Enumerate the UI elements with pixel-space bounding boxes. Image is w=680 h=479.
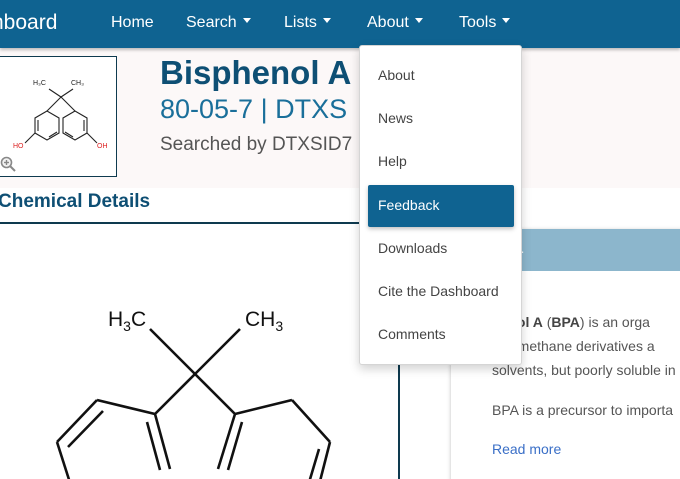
thumb-left-oh: HO <box>13 143 24 150</box>
chemical-identifiers: 80-05-7 | DTXS <box>160 94 348 124</box>
menu-item-news[interactable]: News <box>378 110 413 126</box>
thumbnail-structure-image <box>24 88 98 144</box>
nav-tools[interactable]: Tools <box>459 14 511 32</box>
methyl-right-label: CH3 <box>245 308 284 335</box>
menu-item-about[interactable]: About <box>378 67 415 83</box>
chemical-details-heading: Chemical Details <box>0 191 151 212</box>
menu-item-feedback-label: Feedback <box>378 197 440 213</box>
top-navbar: hboard Home Search Lists About Tools <box>0 0 680 48</box>
structure-image <box>55 328 332 479</box>
nav-tools-label: Tools <box>459 14 497 31</box>
about-dropdown-menu: About News Help Feedback Downloads Cite … <box>359 45 522 365</box>
menu-item-comments[interactable]: Comments <box>378 326 446 342</box>
nav-lists-label: Lists <box>284 14 317 31</box>
menu-item-cite-dashboard[interactable]: Cite the Dashboard <box>378 283 499 299</box>
caret-down-icon <box>502 18 511 24</box>
methyl-left-label: H3C <box>108 308 147 335</box>
caret-down-icon <box>242 18 251 24</box>
thumb-left-methyl: H₃C <box>33 80 46 87</box>
menu-item-help[interactable]: Help <box>378 153 407 169</box>
nav-search-label: Search <box>186 14 237 31</box>
structure-panel: H3C CH3 <box>0 224 400 479</box>
nav-home-label: Home <box>111 14 154 31</box>
searched-by-text: Searched by DTXSID7 <box>160 134 353 155</box>
caret-down-icon <box>322 18 331 24</box>
nav-lists[interactable]: Lists <box>284 14 331 32</box>
brand-title[interactable]: hboard <box>0 11 57 35</box>
nav-search[interactable]: Search <box>186 14 251 32</box>
menu-item-feedback[interactable]: Feedback <box>368 185 514 227</box>
nav-home[interactable]: Home <box>111 14 154 32</box>
caret-down-icon <box>414 18 423 24</box>
menu-item-downloads[interactable]: Downloads <box>378 240 447 256</box>
wikipedia-line-4: BPA is a precursor to importa <box>492 402 674 418</box>
chemical-name: Bisphenol A <box>160 54 352 91</box>
structure-thumbnail[interactable]: H₃C CH₃ HO OH <box>0 56 117 177</box>
thumb-right-methyl: CH₃ <box>71 80 84 87</box>
nav-about[interactable]: About <box>367 14 423 32</box>
zoom-in-icon[interactable] <box>0 156 16 172</box>
thumb-right-oh: OH <box>97 143 108 150</box>
nav-about-label: About <box>367 14 409 31</box>
read-more-link[interactable]: Read more <box>492 441 561 457</box>
